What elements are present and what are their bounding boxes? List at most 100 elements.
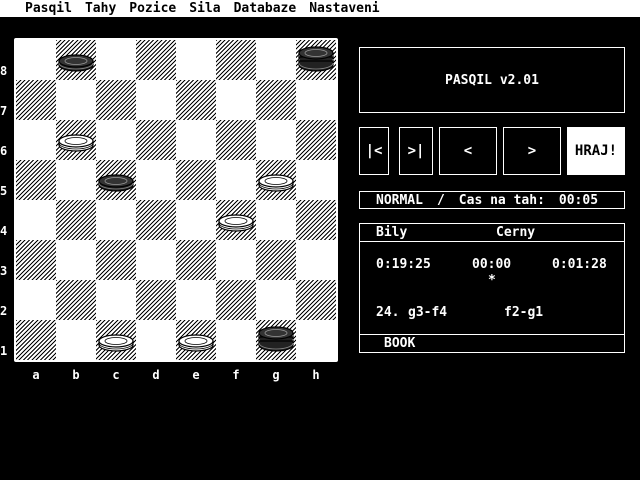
square-h2[interactable] (296, 280, 336, 320)
square-a6[interactable] (16, 120, 56, 160)
square-c4[interactable] (96, 200, 136, 240)
square-f6[interactable] (216, 120, 256, 160)
black-king-g1[interactable] (256, 320, 296, 364)
file-label-e: e (192, 368, 200, 382)
square-e8[interactable] (176, 40, 216, 80)
rank-label-1: 1 (0, 344, 8, 358)
menu-bar: Pasqil Tahy Pozice Sila Databaze Nastave… (0, 0, 640, 17)
turn-marker: * (488, 273, 496, 288)
menu-databaze[interactable]: Databaze (234, 0, 297, 17)
previous-move-button[interactable]: < (439, 127, 497, 175)
black-last-move: f2-g1 (504, 305, 544, 320)
menu-pasqil[interactable]: Pasqil (25, 0, 72, 17)
square-b5[interactable] (56, 160, 96, 200)
time-per-move-value: 00:05 (558, 192, 599, 208)
square-h1[interactable] (296, 320, 336, 360)
rank-label-7: 7 (0, 104, 8, 118)
square-d6[interactable] (136, 120, 176, 160)
square-f5[interactable] (216, 160, 256, 200)
square-d2[interactable] (136, 280, 176, 320)
current-move-clock: 00:00 (472, 257, 512, 272)
white-man-f4[interactable] (216, 200, 256, 244)
rank-label-5: 5 (0, 184, 8, 198)
level-text: NORMAL (376, 192, 423, 208)
square-e3[interactable] (176, 240, 216, 280)
menu-tahy[interactable]: Tahy (85, 0, 116, 17)
square-g8[interactable] (256, 40, 296, 80)
square-g4[interactable] (256, 200, 296, 240)
go-to-start-label: |< (365, 143, 383, 159)
square-d3[interactable] (136, 240, 176, 280)
square-h3[interactable] (296, 240, 336, 280)
go-to-end-button[interactable]: >| (399, 127, 433, 175)
next-move-label: > (527, 143, 537, 159)
play-label: HRAJ! (574, 143, 618, 159)
square-d7[interactable] (136, 80, 176, 120)
square-f2[interactable] (216, 280, 256, 320)
square-a1[interactable] (16, 320, 56, 360)
square-h5[interactable] (296, 160, 336, 200)
square-g3[interactable] (256, 240, 296, 280)
square-b1[interactable] (56, 320, 96, 360)
rank-label-6: 6 (0, 144, 8, 158)
square-c6[interactable] (96, 120, 136, 160)
square-c3[interactable] (96, 240, 136, 280)
black-man-c5[interactable] (96, 160, 136, 204)
square-g6[interactable] (256, 120, 296, 160)
black-king-h8[interactable] (296, 40, 336, 84)
next-move-button[interactable]: > (503, 127, 561, 175)
square-e2[interactable] (176, 280, 216, 320)
square-a7[interactable] (16, 80, 56, 120)
square-b3[interactable] (56, 240, 96, 280)
checkers-board[interactable] (16, 40, 336, 360)
square-f8[interactable] (216, 40, 256, 80)
square-d1[interactable] (136, 320, 176, 360)
file-label-b: b (72, 368, 80, 382)
status-text: BOOK (384, 336, 416, 351)
black-man-b8[interactable] (56, 40, 96, 84)
square-a2[interactable] (16, 280, 56, 320)
square-g7[interactable] (256, 80, 296, 120)
white-man-g5[interactable] (256, 160, 296, 204)
square-b4[interactable] (56, 200, 96, 240)
go-to-start-button[interactable]: |< (359, 127, 389, 175)
app-title: PASQIL v2.01 (445, 72, 539, 88)
square-c7[interactable] (96, 80, 136, 120)
square-f7[interactable] (216, 80, 256, 120)
white-man-c1[interactable] (96, 320, 136, 364)
square-a3[interactable] (16, 240, 56, 280)
square-a8[interactable] (16, 40, 56, 80)
square-e4[interactable] (176, 200, 216, 240)
menu-pozice[interactable]: Pozice (129, 0, 176, 17)
square-e5[interactable] (176, 160, 216, 200)
go-to-end-label: >| (407, 143, 425, 159)
black-clock: 0:01:28 (552, 257, 607, 272)
square-h7[interactable] (296, 80, 336, 120)
rank-label-8: 8 (0, 64, 8, 78)
square-c2[interactable] (96, 280, 136, 320)
white-player-label: Bily (376, 225, 408, 240)
square-h6[interactable] (296, 120, 336, 160)
square-f3[interactable] (216, 240, 256, 280)
square-a4[interactable] (16, 200, 56, 240)
square-d8[interactable] (136, 40, 176, 80)
square-b2[interactable] (56, 280, 96, 320)
square-d4[interactable] (136, 200, 176, 240)
square-h4[interactable] (296, 200, 336, 240)
white-man-b6[interactable] (56, 120, 96, 164)
mode-bar: NORMAL / Cas na tah: 00:05 (359, 191, 625, 209)
square-g2[interactable] (256, 280, 296, 320)
white-man-e1[interactable] (176, 320, 216, 364)
play-button[interactable]: HRAJ! (567, 127, 625, 175)
mode-separator: / (436, 192, 445, 208)
square-e7[interactable] (176, 80, 216, 120)
menu-sila[interactable]: Sila (189, 0, 220, 17)
square-f1[interactable] (216, 320, 256, 360)
square-b7[interactable] (56, 80, 96, 120)
rank-label-3: 3 (0, 264, 8, 278)
square-e6[interactable] (176, 120, 216, 160)
menu-nastaveni[interactable]: Nastaveni (309, 0, 379, 17)
square-a5[interactable] (16, 160, 56, 200)
square-c8[interactable] (96, 40, 136, 80)
square-d5[interactable] (136, 160, 176, 200)
